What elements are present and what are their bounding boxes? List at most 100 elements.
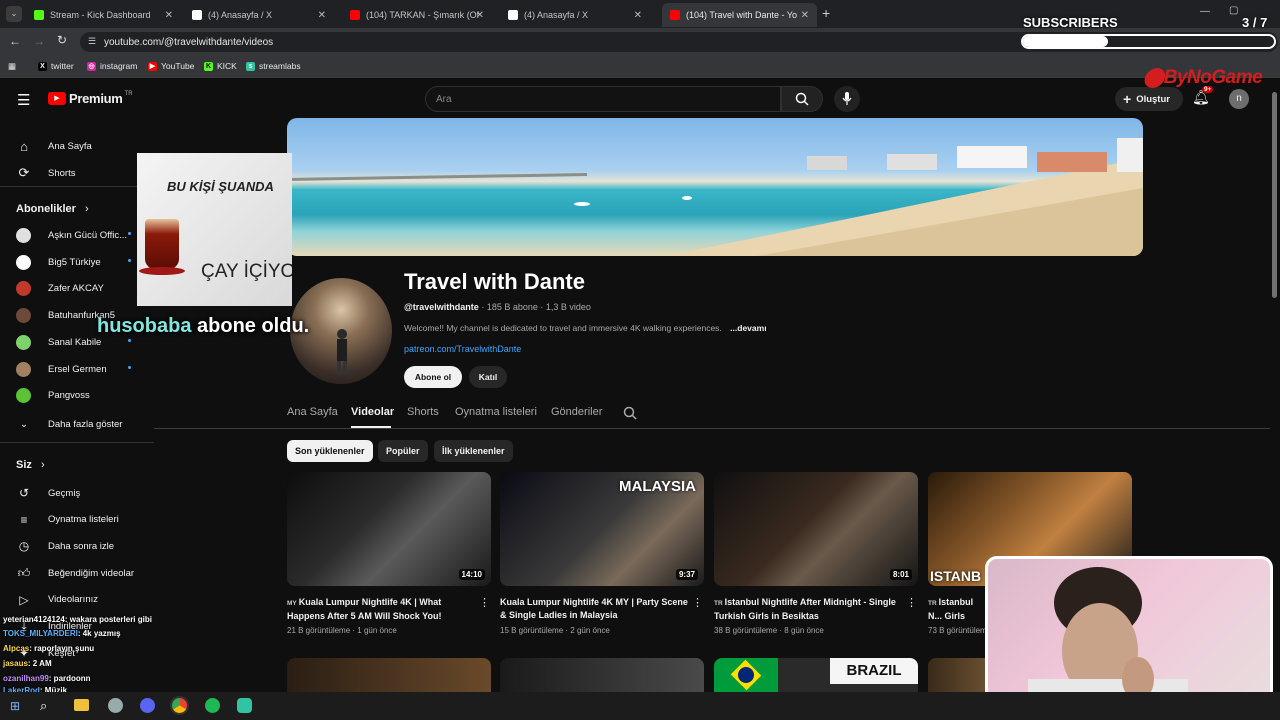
- create-button[interactable]: + Oluştur: [1115, 87, 1183, 111]
- subscription-item[interactable]: Zafer AKCAY: [16, 281, 154, 297]
- channel-tab[interactable]: Shorts: [407, 406, 439, 418]
- video-title-row[interactable]: Kuala Lumpur Nightlife 4K MY | Party Sce…: [500, 596, 690, 622]
- channel-avatar-icon: [16, 228, 31, 243]
- bookmark-twitter[interactable]: Xtwitter: [38, 61, 74, 71]
- video-duration: 8:01: [889, 569, 912, 580]
- account-avatar[interactable]: n: [1229, 89, 1249, 109]
- tab-search-icon[interactable]: ⌄: [6, 6, 22, 22]
- sidebar-item[interactable]: ≡ Oynatma listeleri: [16, 512, 118, 528]
- channel-avatar-icon: [16, 334, 31, 350]
- channel-tab[interactable]: Videolar: [351, 406, 394, 418]
- forward-icon[interactable]: →: [33, 34, 45, 48]
- sidebar-item[interactable]: ⟳ Shorts: [16, 165, 76, 181]
- filter-chip[interactable]: İlk yüklenenler: [434, 440, 513, 462]
- subscription-item[interactable]: Pangvoss: [16, 388, 154, 404]
- reload-icon[interactable]: ↻: [57, 33, 67, 47]
- spotify-icon[interactable]: [205, 698, 220, 713]
- close-tab-icon[interactable]: ✕: [476, 10, 484, 21]
- create-label: Oluştur: [1136, 93, 1170, 105]
- site-info-icon[interactable]: ☰: [88, 36, 96, 47]
- sidebar-item[interactable]: ↺ Geçmiş: [16, 485, 80, 501]
- notifications-button[interactable]: 🔔︎ 9+: [1192, 86, 1214, 107]
- address-url: youtube.com/@travelwithdante/videos: [104, 36, 274, 48]
- channel-link[interactable]: patreon.com/TravelwithDante: [404, 344, 521, 354]
- close-tab-icon[interactable]: ✕: [318, 10, 326, 21]
- browser-tab[interactable]: (4) Anasayfa / X ✕: [500, 3, 650, 27]
- bookmark-label: KICK: [217, 61, 237, 71]
- taskbar-search-icon[interactable]: ⌕: [40, 698, 47, 714]
- file-explorer-icon[interactable]: [74, 699, 89, 711]
- channel-tab[interactable]: Ana Sayfa: [287, 406, 338, 418]
- plus-icon: +: [1123, 91, 1132, 107]
- video-thumbnail-row2[interactable]: [500, 658, 704, 692]
- sidebar-divider: [0, 442, 154, 443]
- video-thumbnail[interactable]: MALAYSIA 9:37: [500, 472, 704, 586]
- video-title-row[interactable]: TRIstanbul N... Girls After 1...: [928, 596, 984, 622]
- sidebar-item[interactable]: ⌂ Ana Sayfa: [16, 138, 92, 154]
- video-title-row[interactable]: MY Kuala Lumpur Nightlife 4K | What Happe…: [287, 596, 477, 622]
- voice-search-button[interactable]: [834, 86, 860, 112]
- sidebar-item[interactable]: ▷ Videolarınız: [16, 592, 98, 608]
- subscriptions-title[interactable]: Abonelikler ›: [16, 203, 89, 215]
- close-tab-icon[interactable]: ✕: [165, 10, 173, 21]
- description-more[interactable]: ...devamı: [730, 323, 766, 333]
- filter-chip[interactable]: Popüler: [378, 440, 428, 462]
- video-menu-icon[interactable]: ⋮: [906, 596, 917, 609]
- hamburger-menu-icon[interactable]: ☰: [17, 91, 30, 109]
- browser-tab[interactable]: (4) Anasayfa / X ✕: [184, 3, 334, 27]
- you-title[interactable]: Siz ›: [16, 459, 45, 471]
- thumbnail-overlay-text: MALAYSIA: [619, 478, 696, 495]
- video-title-row[interactable]: TR Istanbul Nightlife After Midnight - Si…: [714, 596, 904, 622]
- bookmark-kick[interactable]: K KICK: [204, 61, 237, 71]
- page-scrollbar[interactable]: [1272, 92, 1277, 298]
- windows-start-icon[interactable]: ⊞: [10, 699, 20, 713]
- browser-tab[interactable]: (104) TARKAN - Şımarık (Of ✕: [342, 3, 492, 27]
- sidebar-item[interactable]: ◷ Daha sonra izle: [16, 538, 114, 554]
- video-thumbnail[interactable]: 8:01: [714, 472, 918, 586]
- subscription-item[interactable]: Ersel Germen: [16, 361, 154, 377]
- join-button[interactable]: Katıl: [469, 366, 507, 388]
- channel-search-icon[interactable]: [623, 406, 637, 420]
- channel-avatar-icon: [16, 281, 31, 297]
- new-tab-button[interactable]: +: [822, 5, 830, 21]
- apps-icon[interactable]: ▦: [8, 61, 16, 72]
- bookmark-youtube[interactable]: ▶ YouTube: [148, 61, 194, 71]
- subscribe-button[interactable]: Abone ol: [404, 366, 462, 388]
- search-box[interactable]: Ara: [425, 86, 781, 112]
- video-menu-icon[interactable]: ⋮: [479, 596, 490, 609]
- section-title-text: Abonelikler: [16, 203, 76, 215]
- channel-tab[interactable]: Gönderiler: [551, 406, 602, 418]
- video-thumbnail[interactable]: 14:10: [287, 472, 491, 586]
- youtube-logo[interactable]: ▶ Premium TR: [48, 91, 133, 106]
- search-button[interactable]: [781, 86, 823, 112]
- show-more-button[interactable]: ⌄ Daha fazla göster: [16, 416, 122, 432]
- video-thumbnail-row2[interactable]: [287, 658, 491, 692]
- minimize-icon[interactable]: —: [1200, 6, 1210, 17]
- subscription-item[interactable]: Big5 Türkiye: [16, 254, 154, 270]
- streamlabs-taskbar-icon[interactable]: [237, 698, 252, 713]
- bookmark-instagram[interactable]: ◎ instagram: [87, 61, 137, 71]
- video-menu-icon[interactable]: ⋮: [692, 596, 703, 609]
- browser-tab[interactable]: (104) Travel with Dante - Yo ✕: [662, 3, 817, 27]
- bookmark-streamlabs[interactable]: s streamlabs: [246, 61, 301, 71]
- chrome-icon[interactable]: [172, 698, 187, 713]
- video-age: 2 gün önce: [570, 626, 610, 635]
- close-tab-icon[interactable]: ✕: [634, 10, 642, 21]
- video-thumbnail-row2[interactable]: [928, 658, 988, 692]
- video-flag: TR: [714, 600, 723, 607]
- channel-description[interactable]: Welcome!! My channel is dedicated to tra…: [404, 323, 767, 333]
- bookmark-label: twitter: [51, 61, 74, 71]
- sidebar-item[interactable]: 👍︎ Beğendiğim videolar: [16, 565, 134, 581]
- filter-chip[interactable]: Son yüklenenler: [287, 440, 373, 462]
- close-tab-icon[interactable]: ✕: [801, 10, 809, 21]
- app-icon[interactable]: [108, 698, 123, 713]
- back-icon[interactable]: ←: [9, 34, 21, 48]
- browser-tab[interactable]: Stream - Kick Dashboard ✕: [26, 3, 181, 27]
- channel-meta: @travelwithdante · 185 B abone · 1,3 B v…: [404, 302, 591, 312]
- kick-icon: [34, 10, 44, 20]
- discord-icon[interactable]: [140, 698, 155, 713]
- subscription-item[interactable]: Aşkın Gücü Offic...: [16, 228, 154, 243]
- video-thumbnail-row2[interactable]: BRAZIL: [714, 658, 918, 692]
- maximize-icon[interactable]: ▢: [1229, 5, 1238, 16]
- channel-tab[interactable]: Oynatma listeleri: [455, 406, 537, 418]
